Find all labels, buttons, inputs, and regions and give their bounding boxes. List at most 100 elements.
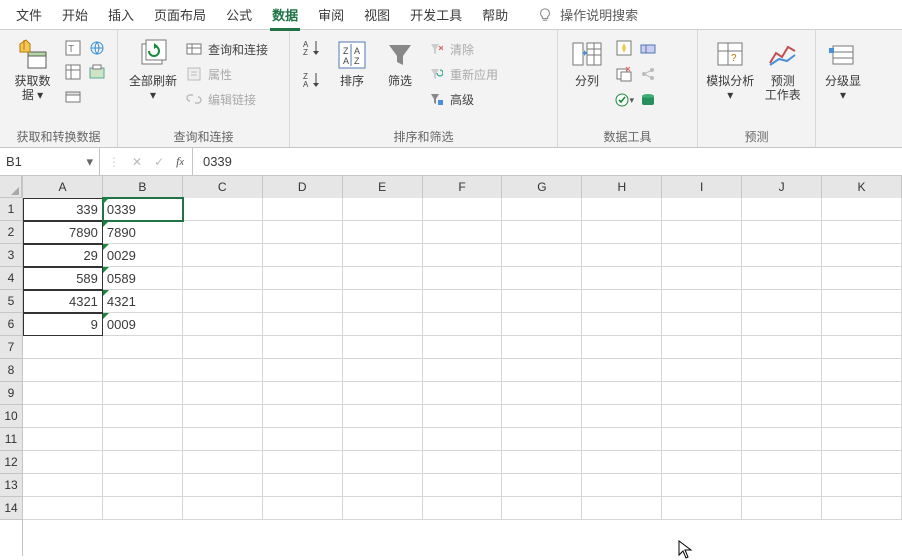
cell-H2[interactable] (582, 221, 662, 244)
cell-G9[interactable] (502, 382, 582, 405)
cell-A6[interactable]: 9 (23, 313, 103, 336)
cell-G10[interactable] (502, 405, 582, 428)
cell-K4[interactable] (822, 267, 902, 290)
cell-G2[interactable] (502, 221, 582, 244)
cell-E11[interactable] (343, 428, 423, 451)
cell-F12[interactable] (423, 451, 503, 474)
cell-B13[interactable] (103, 474, 183, 497)
cell-F6[interactable] (423, 313, 503, 336)
existing-connections-icon[interactable] (63, 86, 83, 106)
cell-D13[interactable] (263, 474, 343, 497)
cell-C2[interactable] (183, 221, 263, 244)
row-head-3[interactable]: 3 (0, 244, 22, 267)
row-head-13[interactable]: 13 (0, 474, 22, 497)
insert-function-icon[interactable]: fx (176, 154, 184, 169)
cell-C14[interactable] (183, 497, 263, 520)
manage-data-model-icon[interactable] (638, 90, 658, 110)
cell-H6[interactable] (582, 313, 662, 336)
cell-C7[interactable] (183, 336, 263, 359)
remove-duplicates-icon[interactable] (614, 64, 634, 84)
tab-page-layout[interactable]: 页面布局 (144, 0, 216, 30)
cell-A2[interactable]: 7890 (23, 221, 103, 244)
cell-I11[interactable] (662, 428, 742, 451)
cell-E1[interactable] (343, 198, 423, 221)
cell-G7[interactable] (502, 336, 582, 359)
cell-G5[interactable] (502, 290, 582, 313)
cell-C5[interactable] (183, 290, 263, 313)
cell-B4[interactable]: 0589 (103, 267, 183, 290)
advanced-button[interactable]: 高级 (428, 88, 498, 110)
col-head-B[interactable]: B (103, 176, 183, 198)
col-head-F[interactable]: F (423, 176, 503, 198)
cell-H1[interactable] (582, 198, 662, 221)
cell-H3[interactable] (582, 244, 662, 267)
tab-formulas[interactable]: 公式 (216, 0, 262, 30)
cell-D6[interactable] (263, 313, 343, 336)
cell-H11[interactable] (582, 428, 662, 451)
cell-C6[interactable] (183, 313, 263, 336)
row-head-2[interactable]: 2 (0, 221, 22, 244)
cell-H9[interactable] (582, 382, 662, 405)
cell-J5[interactable] (742, 290, 822, 313)
cell-E14[interactable] (343, 497, 423, 520)
from-table-icon[interactable] (63, 62, 83, 82)
cell-B14[interactable] (103, 497, 183, 520)
cell-I14[interactable] (662, 497, 742, 520)
name-box-dropdown-icon[interactable]: ▾ (86, 154, 93, 170)
cell-D8[interactable] (263, 359, 343, 382)
cell-A10[interactable] (23, 405, 103, 428)
cell-A11[interactable] (23, 428, 103, 451)
cell-C8[interactable] (183, 359, 263, 382)
cell-A3[interactable]: 29 (23, 244, 103, 267)
col-head-G[interactable]: G (502, 176, 582, 198)
row-head-7[interactable]: 7 (0, 336, 22, 359)
row-head-5[interactable]: 5 (0, 290, 22, 313)
cell-I4[interactable] (662, 267, 742, 290)
cell-C13[interactable] (183, 474, 263, 497)
cell-F2[interactable] (423, 221, 503, 244)
cell-J9[interactable] (742, 382, 822, 405)
formula-cancel-icon[interactable]: ✕ (132, 155, 142, 169)
cell-A7[interactable] (23, 336, 103, 359)
cell-I2[interactable] (662, 221, 742, 244)
cell-K9[interactable] (822, 382, 902, 405)
cell-G4[interactable] (502, 267, 582, 290)
name-box[interactable]: B1 ▾ (0, 148, 100, 175)
cell-J3[interactable] (742, 244, 822, 267)
cell-D1[interactable] (263, 198, 343, 221)
cell-C4[interactable] (183, 267, 263, 290)
cell-K7[interactable] (822, 336, 902, 359)
tab-view[interactable]: 视图 (354, 0, 400, 30)
from-text-icon[interactable]: T (63, 38, 83, 58)
cell-J14[interactable] (742, 497, 822, 520)
cell-G11[interactable] (502, 428, 582, 451)
cell-I8[interactable] (662, 359, 742, 382)
cell-K1[interactable] (822, 198, 902, 221)
cell-J12[interactable] (742, 451, 822, 474)
refresh-all-button[interactable]: 全部刷新 ▾ (124, 34, 182, 102)
cell-I9[interactable] (662, 382, 742, 405)
cell-D5[interactable] (263, 290, 343, 313)
sort-button[interactable]: ZAAZ 排序 (328, 34, 376, 88)
cell-A8[interactable] (23, 359, 103, 382)
cell-B6[interactable]: 0009 (103, 313, 183, 336)
outline-button[interactable]: 分级显 ▾ (822, 34, 864, 102)
cell-F1[interactable] (423, 198, 503, 221)
cell-F11[interactable] (423, 428, 503, 451)
cell-A5[interactable]: 4321 (23, 290, 103, 313)
cell-E12[interactable] (343, 451, 423, 474)
cell-F3[interactable] (423, 244, 503, 267)
cell-E6[interactable] (343, 313, 423, 336)
text-to-columns-button[interactable]: 分列 (564, 34, 610, 88)
cell-I6[interactable] (662, 313, 742, 336)
col-head-I[interactable]: I (662, 176, 742, 198)
cell-H14[interactable] (582, 497, 662, 520)
cell-E7[interactable] (343, 336, 423, 359)
col-head-D[interactable]: D (263, 176, 343, 198)
cell-B8[interactable] (103, 359, 183, 382)
tab-help[interactable]: 帮助 (472, 0, 518, 30)
cell-G14[interactable] (502, 497, 582, 520)
cell-G12[interactable] (502, 451, 582, 474)
row-head-11[interactable]: 11 (0, 428, 22, 451)
cell-D4[interactable] (263, 267, 343, 290)
